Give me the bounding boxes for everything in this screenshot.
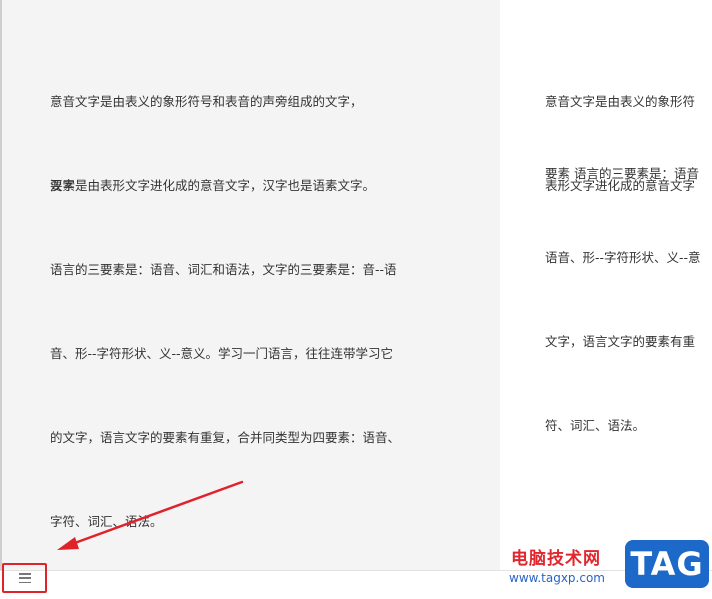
watermark-tag-badge: TAG (625, 540, 709, 588)
app-viewport: 意音文字是由表义的象形符号和表音的声旁组成的文字， 汉字是由表形文字进化成的意音… (0, 0, 712, 599)
hamburger-menu-icon (18, 573, 31, 583)
watermark: 电脑技术网 www.tagxp.com TAG (505, 540, 712, 599)
menu-button[interactable] (2, 563, 47, 593)
watermark-url: www.tagxp.com (509, 571, 605, 585)
watermark-site-name: 电脑技术网 (511, 549, 601, 569)
annotation-arrow (57, 480, 244, 550)
